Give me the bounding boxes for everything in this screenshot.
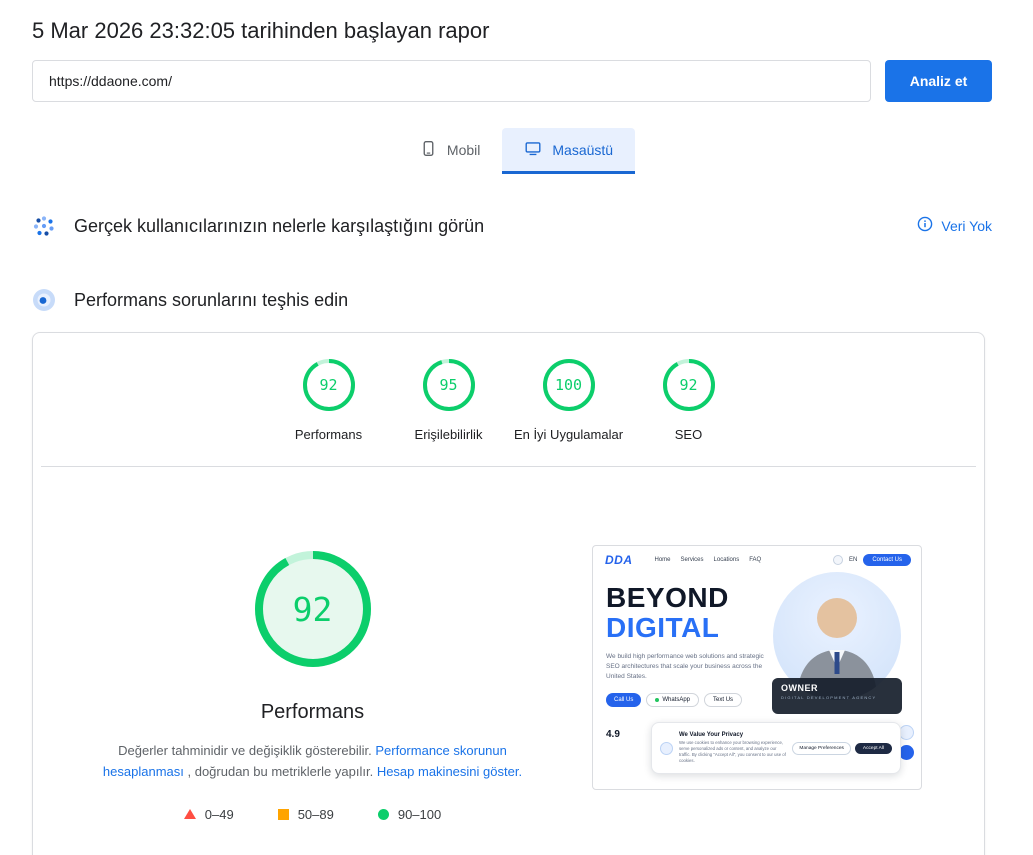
score-gauge: 92 xyxy=(301,357,357,413)
chat-icon xyxy=(899,725,914,740)
preview-phone-icon xyxy=(833,555,843,565)
field-data-title: Gerçek kullanıcılarınızın nelerle karşıl… xyxy=(74,216,484,237)
tab-mobile-label: Mobil xyxy=(447,142,480,158)
info-icon[interactable] xyxy=(917,216,933,237)
tab-mobile[interactable]: Mobil xyxy=(398,128,502,174)
score-seo[interactable]: 92 SEO xyxy=(629,357,749,442)
performance-report-card: 92 Performans 95 Erişilebilirlik 100 xyxy=(32,332,985,855)
preview-text-button: Text Us xyxy=(704,693,742,707)
cookie-body: We use cookies to enhance your browsing … xyxy=(679,740,786,764)
lab-section-title: Performans sorunlarını teşhis edin xyxy=(74,290,348,311)
score-gauge: 95 xyxy=(421,357,477,413)
page-title: 5 Mar 2026 23:32:05 tarihinden başlayan … xyxy=(32,18,1001,44)
calculator-link[interactable]: Hesap makinesini göster. xyxy=(377,764,522,779)
score-label: En İyi Uygulamalar xyxy=(514,427,623,442)
preview-logo: DDA xyxy=(605,553,633,567)
description-text: , doğrudan bu metriklerle yapılır. xyxy=(184,764,377,779)
analyze-button[interactable]: Analiz et xyxy=(885,60,992,102)
field-data-icon xyxy=(32,214,56,238)
page-screenshot: DDA Home Services Locations FAQ EN Conta… xyxy=(592,545,922,790)
preview-nav-link: FAQ xyxy=(749,557,761,563)
analyze-bar: Analiz et xyxy=(32,60,992,102)
score-gauge: 92 xyxy=(661,357,717,413)
url-input[interactable] xyxy=(32,60,871,102)
score-label: SEO xyxy=(675,427,702,442)
legend-circle-icon xyxy=(378,809,389,820)
score-label: Erişilebilirlik xyxy=(415,427,483,442)
category-scores: 92 Performans 95 Erişilebilirlik 100 xyxy=(33,333,984,442)
score-gauge: 100 xyxy=(541,357,597,413)
preview-nav-link: Locations xyxy=(714,557,740,563)
score-label: Performans xyxy=(295,427,362,442)
description-text: Değerler tahminidir ve değişiklik göster… xyxy=(118,743,375,758)
legend-pass-range: 90–100 xyxy=(398,807,441,822)
score-accessibility[interactable]: 95 Erişilebilirlik xyxy=(389,357,509,442)
preview-owner-badge: OWNER DIGITAL DEVELOPMENT AGENCY xyxy=(772,678,902,714)
performance-summary: 92 Performans Değerler tahminidir ve değ… xyxy=(33,467,592,822)
owner-subtitle: DIGITAL DEVELOPMENT AGENCY xyxy=(781,695,893,700)
score-performance[interactable]: 92 Performans xyxy=(269,357,389,442)
score-value: 100 xyxy=(541,357,597,413)
performance-gauge: 92 xyxy=(251,547,375,671)
legend-average: 50–89 xyxy=(278,807,334,822)
legend-square-icon xyxy=(278,809,289,820)
performance-description: Değerler tahminidir ve değişiklik göster… xyxy=(90,740,535,783)
score-legend: 0–49 50–89 90–100 xyxy=(33,807,592,822)
whatsapp-icon xyxy=(655,698,659,702)
preview-cookie-banner: We Value Your Privacy We use cookies to … xyxy=(651,722,901,774)
legend-triangle-icon xyxy=(184,809,196,819)
cookie-manage-button: Manage Preferences xyxy=(792,742,851,755)
score-value: 92 xyxy=(661,357,717,413)
device-tabs: Mobil Masaüstü xyxy=(0,128,1033,174)
legend-fail: 0–49 xyxy=(184,807,234,822)
lab-icon xyxy=(32,288,56,312)
score-value: 95 xyxy=(421,357,477,413)
tab-desktop-label: Masaüstü xyxy=(552,142,613,158)
call-icon xyxy=(899,745,914,760)
tab-desktop[interactable]: Masaüstü xyxy=(502,128,635,174)
preview-whatsapp-button: WhatsApp xyxy=(646,693,699,707)
score-best-practices[interactable]: 100 En İyi Uygulamalar xyxy=(509,357,629,442)
phone-icon xyxy=(420,140,437,160)
preview-navbar: DDA Home Services Locations FAQ EN Conta… xyxy=(593,546,921,567)
performance-gauge-label: Performans xyxy=(33,701,592,724)
legend-fail-range: 0–49 xyxy=(205,807,234,822)
preview-floating-buttons xyxy=(899,725,914,760)
performance-score-value: 92 xyxy=(251,547,375,671)
no-data-indicator: Veri Yok xyxy=(917,216,992,237)
legend-pass: 90–100 xyxy=(378,807,441,822)
preview-whatsapp-label: WhatsApp xyxy=(662,697,690,703)
preview-heading-2: DIGITAL xyxy=(606,614,719,642)
lab-section-header: Performans sorunlarını teşhis edin xyxy=(32,288,1001,312)
preview-body-text: We build high performance web solutions … xyxy=(606,652,764,682)
score-value: 92 xyxy=(301,357,357,413)
field-data-section-header: Gerçek kullanıcılarınızın nelerle karşıl… xyxy=(32,214,992,238)
cookie-accept-button: Accept All xyxy=(855,743,892,754)
no-data-link[interactable]: Veri Yok xyxy=(941,218,992,234)
preview-nav-link: Home xyxy=(655,557,671,563)
cookie-title: We Value Your Privacy xyxy=(679,732,786,738)
preview-language: EN xyxy=(849,557,857,563)
preview-rating: 4.9 xyxy=(606,729,620,740)
preview-nav-link: Services xyxy=(681,557,704,563)
preview-nav-links: Home Services Locations FAQ xyxy=(655,557,762,563)
preview-heading-1: BEYOND xyxy=(606,584,729,612)
preview-cta-buttons: Call Us WhatsApp Text Us xyxy=(606,693,742,707)
desktop-icon xyxy=(524,140,542,160)
preview-call-button: Call Us xyxy=(606,693,641,707)
legend-average-range: 50–89 xyxy=(298,807,334,822)
preview-contact-button: Contact Us xyxy=(863,554,911,566)
owner-title: OWNER xyxy=(781,683,893,693)
cookie-shield-icon xyxy=(660,742,673,755)
